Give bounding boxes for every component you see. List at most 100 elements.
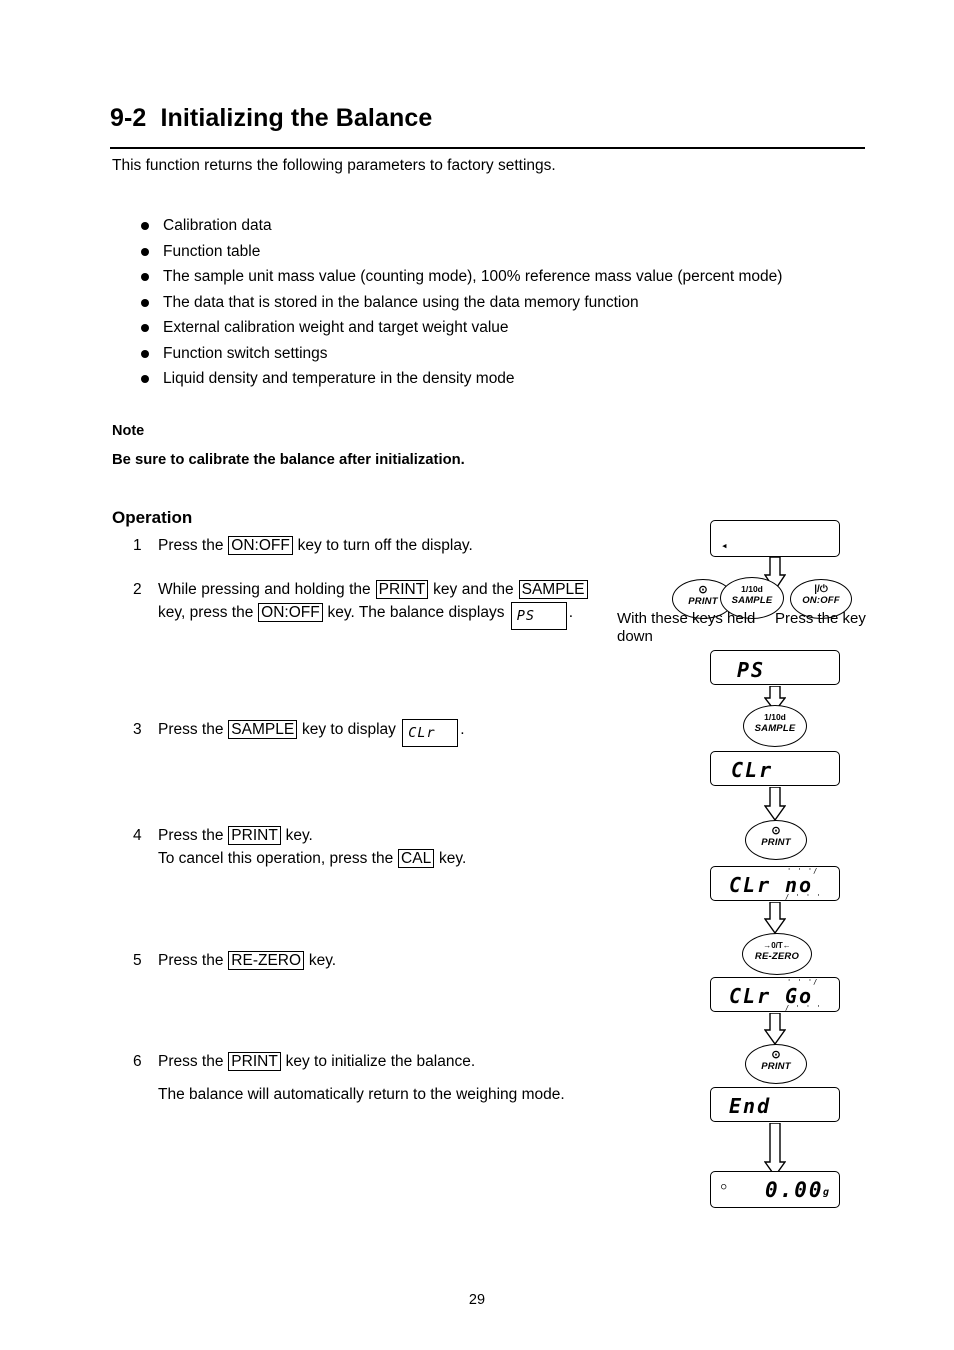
- key-label-on-off[interactable]: ON:OFF: [258, 603, 323, 622]
- key-label-on-off[interactable]: ON:OFF: [228, 536, 293, 555]
- note-text: Be sure to calibrate the balance after i…: [112, 452, 465, 468]
- list-item: Function table: [140, 239, 880, 265]
- operation-step: 4 Press the PRINT key. To cancel this oper…: [133, 824, 588, 870]
- step-text: Press the RE-ZERO key.: [158, 951, 337, 970]
- step-text-continued: The balance will automatically return to…: [158, 1086, 565, 1103]
- display-initial: ◂: [710, 520, 840, 557]
- display-clr-value: CLr: [731, 758, 774, 782]
- list-item: External calibration weight and target w…: [140, 315, 880, 341]
- key-label-re-zero[interactable]: RE-ZERO: [228, 951, 305, 970]
- key-print-oval-3[interactable]: ⊙ PRINT: [745, 1044, 807, 1084]
- key-print-oval-2[interactable]: ⊙ PRINT: [745, 820, 807, 860]
- key-rezero-oval[interactable]: →0/T← RE-ZERO: [742, 933, 812, 975]
- print-circle-icon: ⊙: [771, 1049, 781, 1061]
- list-item-label: Function switch settings: [163, 344, 328, 362]
- display-weighing-unit: g: [823, 1187, 832, 1198]
- step-text: Press the PRINT key to initialize the ba…: [158, 1050, 588, 1106]
- page-title: 9-2 Initializing the Balance: [110, 104, 432, 133]
- key-label-print[interactable]: PRINT: [375, 580, 429, 599]
- arrow-down-icon: [764, 1123, 786, 1177]
- list-item-label: The sample unit mass value (counting mod…: [163, 268, 783, 285]
- key-label-sample[interactable]: SAMPLE: [518, 580, 588, 599]
- display-clr-no-prefix: CLr: [729, 873, 772, 897]
- display-weighing-value: 0.00: [765, 1178, 824, 1202]
- key-onoff-label: ON:OFF: [802, 594, 840, 606]
- list-item-label: Function table: [163, 242, 261, 260]
- step-text: Press the ON:OFF key to turn off the dis…: [158, 536, 473, 555]
- inline-display-value: PS: [516, 608, 536, 624]
- key-label-print[interactable]: PRINT: [228, 826, 281, 845]
- bullet-dot-icon: [141, 298, 149, 307]
- list-item: Liquid density and temperature in the de…: [140, 366, 880, 392]
- bullet-dot-icon: [141, 375, 149, 383]
- display-ps: PS: [710, 650, 840, 685]
- operation-step: 3 Press the SAMPLE key to display CLr.: [133, 718, 588, 747]
- key-rezero-sublabel: →0/T←: [763, 941, 791, 950]
- step-number: 4: [133, 827, 142, 844]
- arrow-down-icon: [764, 787, 786, 821]
- operation-step: 6 Press the PRINT key to initialize the b…: [133, 1050, 588, 1106]
- display-end-value: End: [729, 1094, 772, 1118]
- key-sample-oval-2[interactable]: 1/10d SAMPLE: [743, 705, 807, 747]
- display-marker-arrow: ◂: [721, 539, 728, 552]
- inline-display-value: CLr: [408, 725, 436, 741]
- display-ps-value: PS: [737, 658, 766, 682]
- stable-marker-icon: ○: [721, 1182, 727, 1192]
- list-item-label: The data that is stored in the balance u…: [163, 293, 639, 311]
- list-item: The data that is stored in the balance u…: [140, 290, 880, 316]
- list-item-label: Calibration data: [163, 217, 272, 234]
- caption-hold-keys: With these keys held down: [617, 610, 756, 645]
- step-text: Press the PRINT key. To cancel this opera…: [158, 826, 467, 868]
- key-sample-sublabel: 1/10d: [741, 584, 763, 594]
- operation-step: 1 Press the ON:OFF key to turn off the di…: [133, 534, 588, 557]
- key-sample-sublabel: 1/10d: [764, 712, 786, 722]
- parameter-bullet-list: Calibration data Function table The sample…: [140, 213, 880, 392]
- step-number: 5: [133, 952, 142, 969]
- document-page: 9-2 Initializing the Balance This functio…: [0, 0, 954, 1350]
- key-label-sample[interactable]: SAMPLE: [228, 720, 298, 739]
- step-text: Press the SAMPLE key to display CLr.: [158, 718, 588, 747]
- intro-paragraph: This function returns the following para…: [112, 157, 556, 174]
- note-label: Note: [112, 423, 145, 439]
- inline-display-clr: CLr: [402, 719, 459, 747]
- bullet-dot-icon: [141, 247, 149, 256]
- key-label-cal[interactable]: CAL: [398, 849, 435, 868]
- operation-heading: Operation: [112, 508, 193, 527]
- list-item: The sample unit mass value (counting mod…: [140, 264, 880, 290]
- operation-flow-diagram: ◂ ⊙ PRINT 1/10d SAMPLE |/⏻ ON:OFF With t…: [612, 515, 942, 1230]
- arrow-down-icon: [764, 902, 786, 934]
- section-number: 9-2: [110, 104, 147, 132]
- key-sample-label: SAMPLE: [731, 594, 773, 606]
- blink-marks-bottom: / ' ' ': [785, 893, 822, 901]
- list-item-label: Liquid density and temperature in the de…: [163, 370, 515, 387]
- display-clr: CLr: [710, 751, 840, 786]
- section-title: Initializing the Balance: [160, 104, 433, 132]
- list-item: Function switch settings: [140, 341, 880, 367]
- display-clr-go: CLr Go ' ' '/ / ' ' ': [710, 977, 840, 1012]
- display-clr-go-prefix: CLr: [729, 984, 772, 1008]
- operation-step: 5 Press the RE-ZERO key.: [133, 949, 588, 972]
- step-number: 2: [133, 581, 142, 598]
- bullet-dot-icon: [141, 273, 149, 281]
- list-item-label: External calibration weight and target w…: [163, 319, 509, 336]
- display-weighing: ○ 0.00 g: [710, 1171, 840, 1208]
- blink-marks-bottom: / ' ' ': [785, 1004, 822, 1012]
- power-icon: |/⏻: [814, 584, 828, 595]
- display-clr-no: CLr no ' ' '/ / ' ' ': [710, 866, 840, 901]
- arrow-down-icon: [764, 1013, 786, 1045]
- list-item: Calibration data: [140, 213, 880, 239]
- print-circle-icon: ⊙: [771, 825, 781, 837]
- bullet-dot-icon: [141, 324, 149, 332]
- heading-divider: [110, 147, 865, 149]
- step-number: 1: [133, 537, 142, 554]
- blink-marks-top: ' ' '/: [787, 978, 819, 986]
- step-text: While pressing and holding the PRINT key…: [158, 578, 588, 630]
- bullet-dot-icon: [141, 349, 149, 358]
- page-number: 29: [468, 1292, 486, 1308]
- blink-marks-top: ' ' '/: [787, 867, 819, 875]
- key-label-print[interactable]: PRINT: [228, 1052, 281, 1071]
- display-end: End: [710, 1087, 840, 1122]
- key-print-label: PRINT: [761, 1060, 791, 1072]
- key-print-label: PRINT: [761, 836, 791, 848]
- key-sample-label: SAMPLE: [754, 722, 796, 734]
